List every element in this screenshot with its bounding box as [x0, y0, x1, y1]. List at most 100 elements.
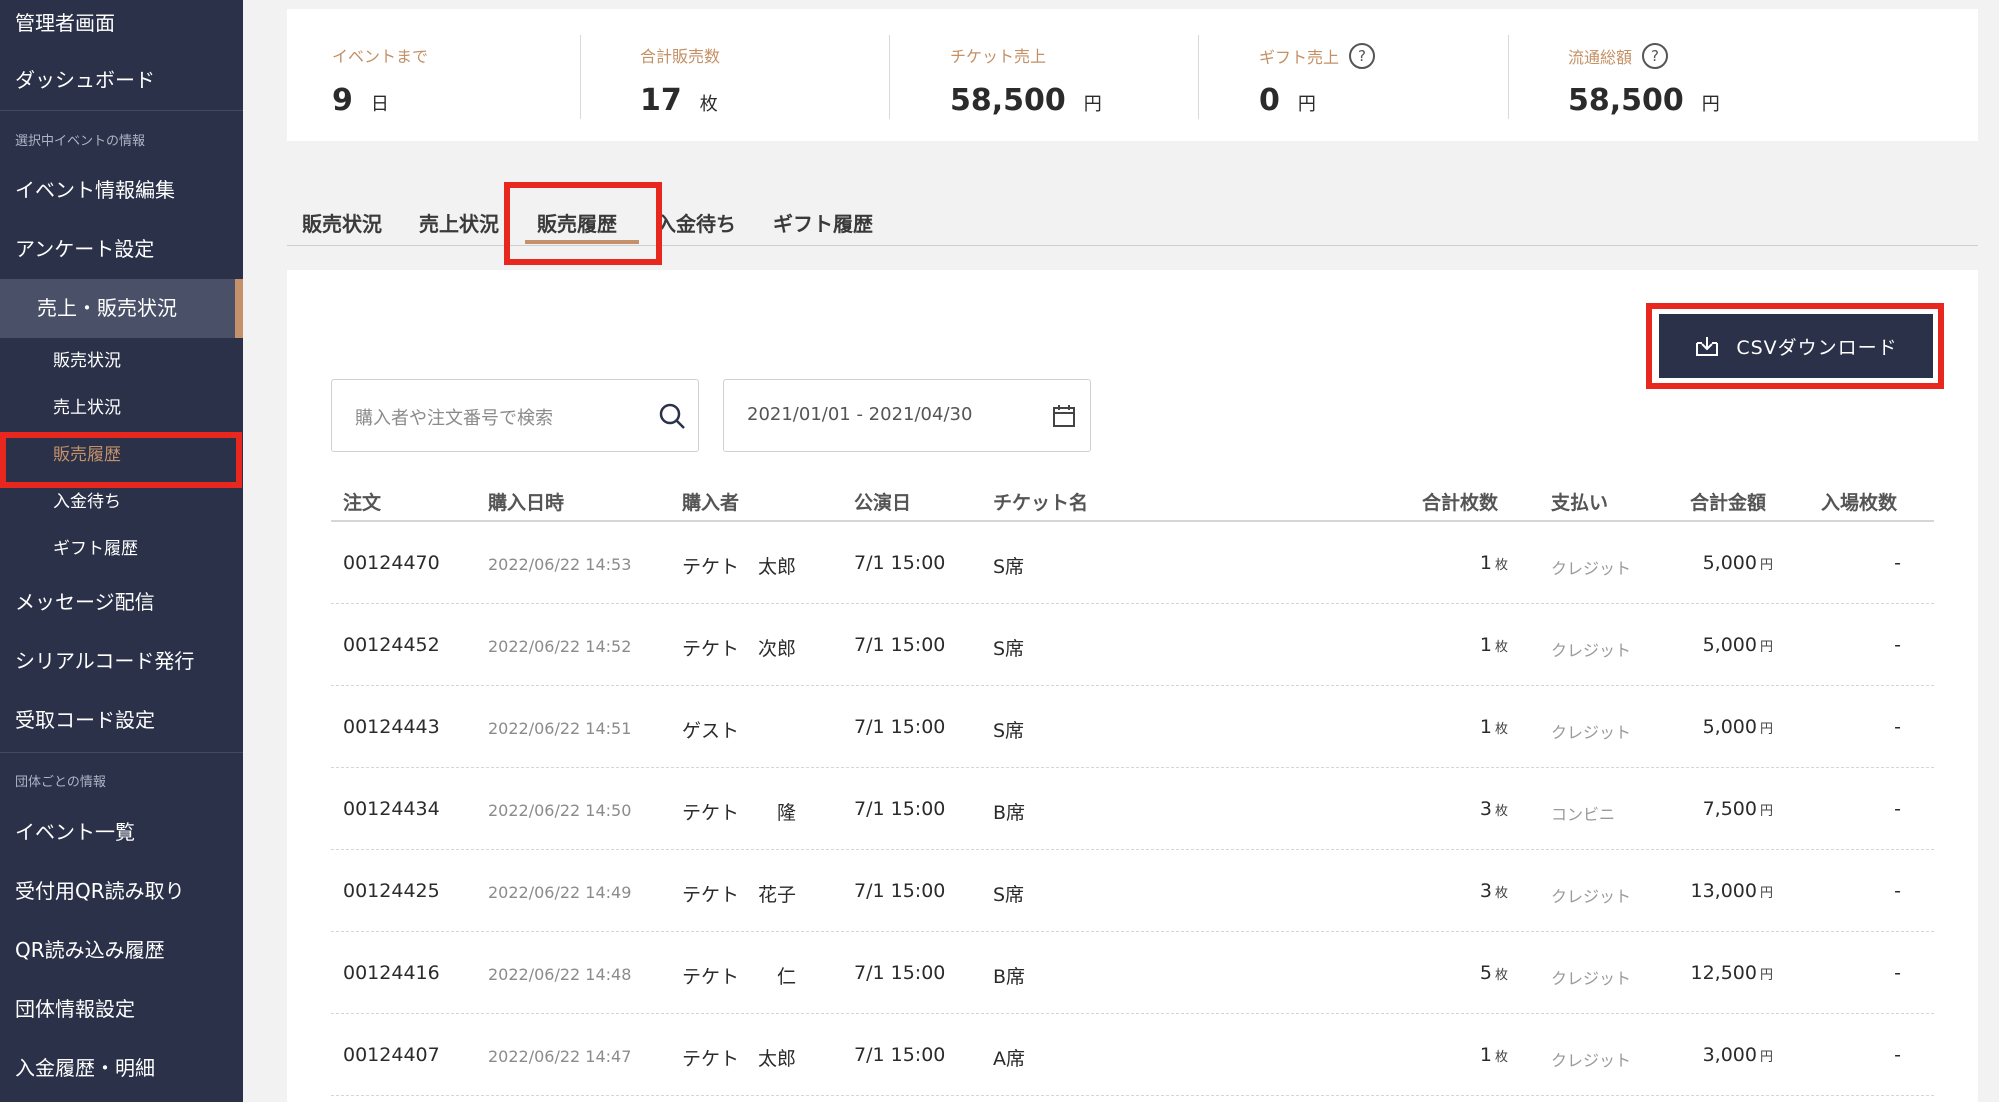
sidebar-item-dashboard[interactable]: ダッシュボード [0, 52, 243, 108]
search-input[interactable]: 購入者や注文番号で検索 [331, 379, 699, 452]
sidebar-item-payment-history[interactable]: 入金履歴・明細 [0, 1039, 243, 1098]
column-header-ticket[interactable]: チケット名 [993, 488, 1088, 515]
column-header-purchased-at[interactable]: 購入日時 [488, 488, 564, 515]
search-icon[interactable] [658, 402, 686, 430]
cell-show: 7/1 15:00 [854, 798, 945, 820]
column-header-order[interactable]: 注文 [343, 488, 381, 515]
stat-label: チケット売上 [950, 47, 1047, 66]
cell-total: 7,500 円 [1703, 798, 1773, 820]
sidebar-subitem-gift-history[interactable]: ギフト履歴 [0, 526, 243, 573]
cell-entered: - [1894, 716, 1901, 738]
table-row[interactable]: 00124452 2022/06/22 14:52 テケト 次郎 7/1 15:00 S… [331, 604, 1934, 686]
cell-value: クレジット [1551, 641, 1632, 660]
cell-payment: クレジット [1551, 1047, 1631, 1071]
tab-sales-status[interactable]: 販売状況 [302, 208, 382, 237]
cell-value: テケト 隆 [682, 802, 797, 824]
search-placeholder: 購入者や注文番号で検索 [355, 408, 553, 429]
table-row[interactable]: 00124443 2022/06/22 14:51 ゲスト 7/1 15:00 S席 1 枚… [331, 686, 1934, 768]
cell-unit: 枚 [1494, 722, 1508, 737]
table-row[interactable]: 00124470 2022/06/22 14:53 テケト 太郎 7/1 15:00 S… [331, 522, 1934, 604]
stat-unit: 日 [370, 94, 389, 115]
tab-gift-history[interactable]: ギフト履歴 [773, 208, 873, 237]
stat-value: 9日 [332, 83, 389, 118]
sidebar-item-group-settings[interactable]: 団体情報設定 [0, 980, 243, 1039]
sidebar-item-qr-reader[interactable]: 受付用QR読み取り [0, 862, 243, 921]
cell-order: 00124470 [343, 552, 440, 574]
help-icon[interactable]: ? [1642, 43, 1669, 69]
stat-divider [1508, 35, 1509, 119]
cell-payment: クレジット [1551, 965, 1631, 989]
calendar-icon[interactable] [1052, 404, 1076, 428]
cell-value: B席 [993, 966, 1026, 988]
sidebar-subitem-revenue-status[interactable]: 売上状況 [0, 385, 243, 432]
column-header-qty[interactable]: 合計枚数 [1422, 488, 1498, 515]
cell-show: 7/1 15:00 [854, 1044, 945, 1066]
cell-order: 00124416 [343, 962, 440, 984]
cell-value: 00124434 [343, 798, 440, 820]
column-header-entered[interactable]: 入場枚数 [1821, 488, 1897, 515]
cell-entered: - [1894, 798, 1901, 820]
column-header-show-date[interactable]: 公演日 [854, 488, 911, 515]
tab-revenue-status[interactable]: 売上状況 [419, 208, 499, 237]
help-icon[interactable]: ? [1349, 43, 1376, 69]
sidebar-subitem-pending-payment[interactable]: 入金待ち [0, 479, 243, 526]
cell-ticket: S席 [993, 634, 1024, 661]
table-row[interactable]: 00124416 2022/06/22 14:48 テケト 仁 7/1 15:00 B席… [331, 932, 1934, 1014]
cell-unit: 枚 [1494, 968, 1508, 983]
cell-buyer: テケト 太郎 [682, 1044, 796, 1071]
column-header-buyer[interactable]: 購入者 [682, 488, 739, 515]
sidebar-item-admin[interactable]: 管理者画面 [0, 0, 243, 52]
sidebar-item-label: アンケート設定 [15, 237, 155, 261]
cell-unit: 枚 [1494, 640, 1508, 655]
cell-value: B席 [993, 802, 1026, 824]
cell-value: 00124452 [343, 634, 440, 656]
sidebar-item-qr-history[interactable]: QR読み込み履歴 [0, 921, 243, 980]
cell-value: - [1894, 962, 1901, 984]
cell-unit: 円 [1759, 640, 1773, 655]
table-row[interactable]: 00124407 2022/06/22 14:47 テケト 太郎 7/1 15:00 A… [331, 1014, 1934, 1096]
cell-value: クレジット [1551, 887, 1632, 906]
cell-value: S席 [993, 638, 1025, 660]
cell-value: 5,000 [1702, 634, 1757, 656]
cell-date: 2022/06/22 14:51 [488, 719, 631, 738]
stat-number: 9 [332, 83, 353, 118]
cell-date: 2022/06/22 14:52 [488, 637, 631, 656]
cell-value: 5,000 [1702, 716, 1757, 738]
sidebar-section-event: 選択中イベントの情報 [15, 134, 146, 149]
date-range-field[interactable]: 2021/01/01 - 2021/04/30 [723, 379, 1091, 452]
column-header-payment[interactable]: 支払い [1551, 488, 1608, 515]
table-row[interactable]: 00124434 2022/06/22 14:50 テケト 隆 7/1 15:00 B席… [331, 768, 1934, 850]
sidebar-item-event-edit[interactable]: イベント情報編集 [0, 161, 243, 220]
sidebar-subitem-sales-status[interactable]: 販売状況 [0, 338, 243, 385]
column-header-total[interactable]: 合計金額 [1690, 488, 1766, 515]
cell-value: 00124443 [343, 716, 440, 738]
cell-unit: 円 [1759, 804, 1773, 819]
tab-sales-history[interactable]: 販売履歴 [537, 208, 617, 237]
sidebar-subitem-sales-history[interactable]: 販売履歴 [0, 432, 243, 479]
sidebar-item-sales[interactable]: 売上・販売状況 [0, 279, 243, 338]
sidebar-item-label: 売上・販売状況 [37, 296, 177, 320]
sidebar-item-receive-code[interactable]: 受取コード設定 [0, 691, 243, 750]
cell-entered: - [1894, 552, 1901, 574]
download-icon [1696, 337, 1719, 356]
cell-value: クレジット [1551, 559, 1632, 578]
cell-ticket: S席 [993, 552, 1024, 579]
cell-buyer: テケト 太郎 [682, 552, 796, 579]
cell-value: 7/1 15:00 [854, 880, 946, 902]
table-row[interactable]: 00124425 2022/06/22 14:49 テケト 花子 7/1 15:00 S… [331, 850, 1934, 932]
sidebar-item-message[interactable]: メッセージ配信 [0, 573, 243, 632]
cell-order: 00124452 [343, 634, 440, 656]
sidebar-item-survey[interactable]: アンケート設定 [0, 220, 243, 279]
cell-unit: 円 [1759, 1050, 1773, 1065]
cell-value: テケト 仁 [682, 966, 797, 988]
sidebar-subitem-label: ギフト履歴 [53, 539, 138, 559]
cell-show: 7/1 15:00 [854, 552, 945, 574]
stat-label-row: 流通総額? [1568, 43, 1669, 69]
csv-download-button[interactable]: CSVダウンロード [1659, 314, 1933, 378]
sidebar-item-serial[interactable]: シリアルコード発行 [0, 632, 243, 691]
cell-date: 2022/06/22 14:50 [488, 801, 631, 820]
cell-entered: - [1894, 962, 1901, 984]
sidebar-item-event-list[interactable]: イベント一覧 [0, 803, 243, 862]
cell-value: 7,500 [1702, 798, 1757, 820]
tab-pending-payment[interactable]: 入金待ち [656, 208, 736, 237]
